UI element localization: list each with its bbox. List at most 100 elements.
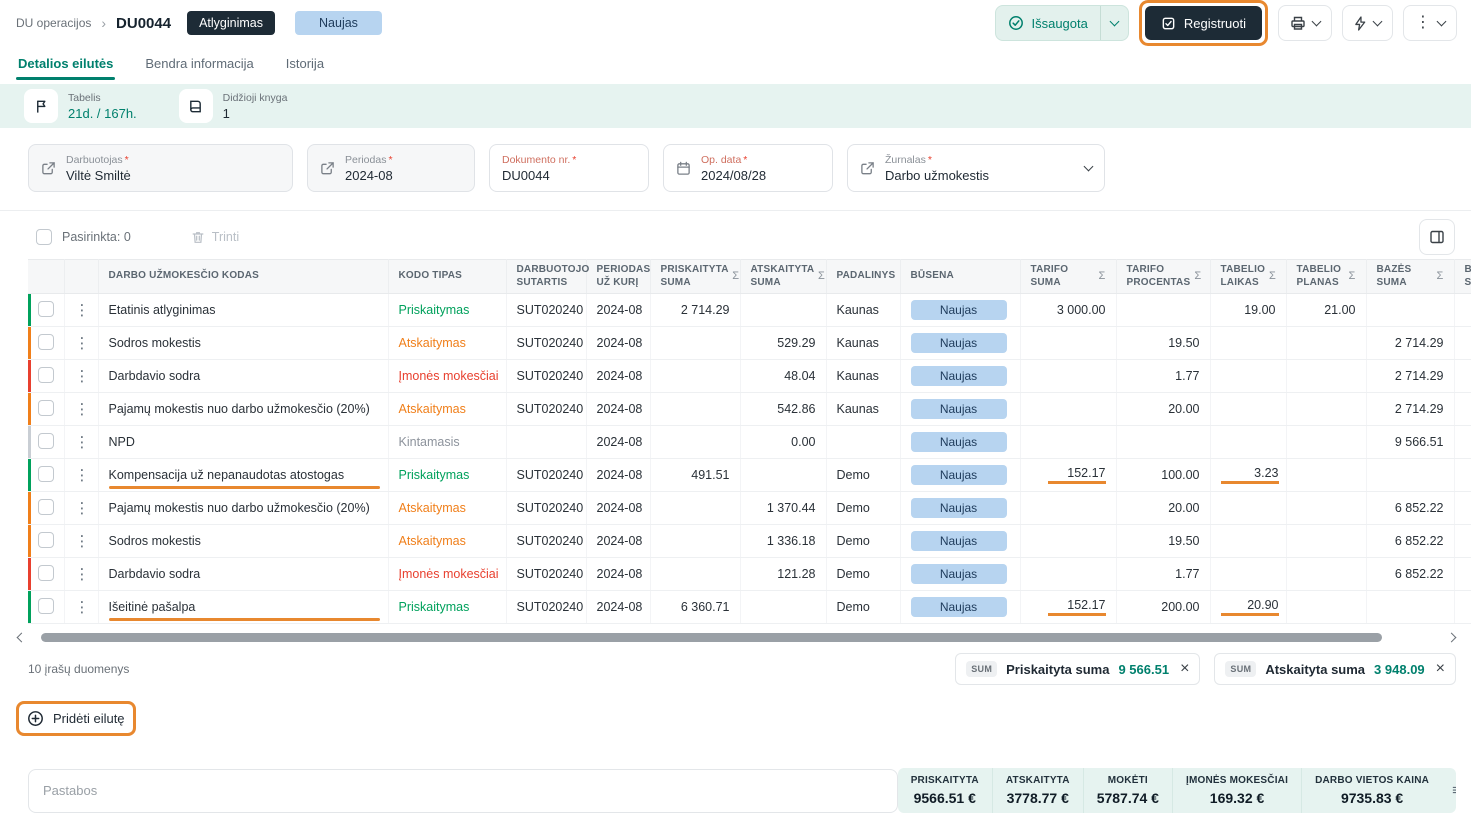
tab-bendra-informacija[interactable]: Bendra informacija — [143, 48, 255, 79]
cell-padalinys: Demo — [826, 459, 900, 492]
journal-field[interactable]: Žurnalas* Darbo užmokestis — [847, 144, 1105, 192]
col-tarifo_procentas[interactable]: TARIFO PROCENTASΣ — [1116, 260, 1210, 294]
cell-value: SUT020240 — [517, 468, 584, 482]
cell-value: 3.23 — [1221, 466, 1279, 484]
period-field[interactable]: Periodas* 2024-08 — [307, 144, 475, 192]
automation-button[interactable] — [1342, 5, 1393, 41]
saved-button[interactable]: Išsaugota — [995, 5, 1128, 41]
more-actions-button[interactable]: ⋮ — [1403, 5, 1457, 41]
row-menu-icon[interactable]: ⋮ — [75, 368, 90, 385]
cell-type: Atskaitymas — [388, 525, 506, 558]
cell-tarifo_suma — [1020, 393, 1116, 426]
cell-value: 2024-08 — [597, 534, 643, 548]
delete-button[interactable]: Trinti — [191, 230, 239, 245]
cell-priskaityta — [650, 426, 740, 459]
col-busena[interactable]: BŪSENA — [900, 260, 1020, 294]
cell-value: Darbdavio sodra — [109, 369, 201, 383]
col-cut[interactable]: B S — [1454, 260, 1471, 294]
scroll-left-icon[interactable] — [18, 634, 25, 641]
sum-icon[interactable]: Σ — [1194, 270, 1201, 284]
row-checkbox[interactable] — [38, 565, 54, 581]
column-label: TARIFO PROCENTAS — [1127, 264, 1191, 289]
row-checkbox[interactable] — [38, 400, 54, 416]
scroll-right-icon[interactable] — [1448, 634, 1455, 641]
col-code[interactable]: DARBO UŽMOKESČIO KODAS — [98, 260, 388, 294]
cell-sutartis: SUT020240 — [506, 327, 586, 360]
employee-field[interactable]: Darbuotojas* Viltė Smiltė — [28, 144, 293, 192]
table-settings-button[interactable] — [1419, 219, 1455, 255]
cell-padalinys: Demo — [826, 492, 900, 525]
cell-priskaityta: 2 714.29 — [650, 294, 740, 327]
col-tarifo_suma[interactable]: TARIFO SUMAΣ — [1020, 260, 1116, 294]
saved-dropdown[interactable] — [1100, 6, 1128, 40]
col-tabelio_laikas[interactable]: TABELIO LAIKASΣ — [1210, 260, 1286, 294]
cell-bazes_suma — [1366, 294, 1454, 327]
close-icon[interactable]: × — [1436, 661, 1445, 677]
col-type[interactable]: KODO TIPAS — [388, 260, 506, 294]
sum-icon[interactable]: Σ — [732, 270, 739, 284]
scrollbar-track[interactable] — [33, 633, 1440, 642]
table-row: ⋮Darbdavio sodraĮmonės mokesčiaiSUT02024… — [28, 558, 1471, 591]
tabelis-link[interactable]: Tabelis 21d. / 167h. — [24, 89, 137, 123]
sum-icon[interactable]: Σ — [1099, 270, 1106, 284]
sum-icon[interactable]: Σ — [1349, 270, 1356, 284]
code-type-label: Atskaitymas — [399, 336, 466, 350]
register-button[interactable]: Registruoti — [1145, 6, 1262, 40]
cell-cut — [1454, 459, 1471, 492]
sum-icon[interactable]: Σ — [818, 270, 825, 284]
cell-bazes_suma: 6 852.22 — [1366, 525, 1454, 558]
cell-tarifo_procentas: 1.77 — [1116, 558, 1210, 591]
cell-tarifo_procentas — [1116, 426, 1210, 459]
row-menu-icon[interactable]: ⋮ — [75, 599, 90, 616]
journal-dropdown[interactable] — [1075, 167, 1092, 170]
row-checkbox[interactable] — [38, 334, 54, 350]
col-sutartis[interactable]: DARBUOTOJO SUTARTIS — [506, 260, 586, 294]
row-menu-icon[interactable]: ⋮ — [75, 401, 90, 418]
col-priskaityta[interactable]: PRISKAITYTA SUMAΣ — [650, 260, 740, 294]
close-icon[interactable]: × — [1180, 661, 1189, 677]
breadcrumb-parent[interactable]: DU operacijos — [16, 16, 91, 30]
row-menu-icon[interactable]: ⋮ — [75, 302, 90, 319]
col-atskaityta[interactable]: ATSKAITYTA SUMAΣ — [740, 260, 826, 294]
cell-value: Išeitinė pašalpa — [109, 600, 196, 614]
summary-menu-icon[interactable]: ≡ — [1442, 768, 1456, 813]
row-menu-icon[interactable]: ⋮ — [75, 533, 90, 550]
col-select — [28, 260, 64, 294]
add-row-button[interactable]: Pridėti eilutę — [27, 710, 125, 727]
row-checkbox[interactable] — [38, 466, 54, 482]
tab-istorija[interactable]: Istorija — [284, 48, 326, 79]
row-menu-icon[interactable]: ⋮ — [75, 566, 90, 583]
col-tabelio_planas[interactable]: TABELIO PLANASΣ — [1286, 260, 1366, 294]
summary-item: ĮMONĖS MOKESČIAI169.32 € — [1172, 768, 1301, 813]
cell-busena: Naujas — [900, 591, 1020, 624]
row-menu-icon[interactable]: ⋮ — [75, 500, 90, 517]
document-number-field[interactable]: Dokumento nr.* DU0044 — [489, 144, 649, 192]
ledger-link[interactable]: Didžioji knyga 1 — [179, 89, 288, 123]
row-checkbox[interactable] — [38, 433, 54, 449]
cell-tarifo_procentas: 19.50 — [1116, 525, 1210, 558]
sum-icon[interactable]: Σ — [1269, 270, 1276, 284]
sum-icon[interactable]: Σ — [1437, 270, 1444, 284]
row-checkbox[interactable] — [38, 598, 54, 614]
row-menu-icon[interactable]: ⋮ — [75, 467, 90, 484]
cell-tabelio_planas: 21.00 — [1286, 294, 1366, 327]
operation-date-field[interactable]: Op. data* 2024/08/28 — [663, 144, 833, 192]
select-all-checkbox[interactable] — [36, 229, 52, 245]
row-checkbox[interactable] — [38, 301, 54, 317]
cell-tabelio_laikas: 20.90 — [1210, 591, 1286, 624]
notes-input[interactable] — [28, 769, 898, 813]
row-checkbox[interactable] — [38, 499, 54, 515]
row-checkbox[interactable] — [38, 367, 54, 383]
col-padalinys[interactable]: PADALINYS — [826, 260, 900, 294]
row-checkbox[interactable] — [38, 532, 54, 548]
tab-detalios-eilutes[interactable]: Detalios eilutės — [16, 48, 115, 79]
print-button[interactable] — [1278, 5, 1332, 41]
row-menu-icon[interactable]: ⋮ — [75, 335, 90, 352]
status-badge: Naujas — [911, 432, 1007, 452]
header-actions: Išsaugota Registruoti ⋮ — [995, 0, 1457, 46]
col-bazes_suma[interactable]: BAZĖS SUMAΣ — [1366, 260, 1454, 294]
cell-atskaityta — [740, 591, 826, 624]
row-menu-icon[interactable]: ⋮ — [75, 434, 90, 451]
col-periodas[interactable]: PERIODAS UŽ KURĮ — [586, 260, 650, 294]
scrollbar-thumb[interactable] — [41, 633, 1382, 642]
